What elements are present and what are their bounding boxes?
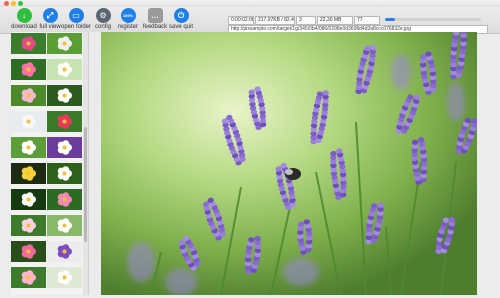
thumbnail-item[interactable] [47,267,82,288]
thumbnail-image [47,215,82,236]
thumbnail-item[interactable] [11,163,46,184]
download-icon: ↓ [16,8,32,23]
register-label: register [117,24,138,30]
thumbnail-item[interactable] [47,241,82,262]
thumbnail-item[interactable] [47,59,82,80]
save-quit-label: save quit [168,24,193,30]
thumbnail-image [47,111,82,132]
thumbnail-image [47,137,82,158]
thumbnail-image [11,267,46,288]
thumbnail-item[interactable] [11,241,46,262]
folder-icon: ▭ [68,8,84,23]
expand-icon: ⤢ [42,8,58,23]
window-titlebar [0,0,500,7]
thumbnail-item[interactable] [11,215,46,236]
queue-count: 3 [296,16,316,25]
thumbnail-image [47,189,82,210]
register-badge-icon: 100% [120,8,136,23]
thumbnail-item[interactable] [47,163,82,184]
thumbnail-item[interactable] [11,59,46,80]
thumbnail-image [11,241,46,262]
transfer-speed: 217.97KB / 82.40KB [255,16,295,25]
image-viewer[interactable] [101,32,477,295]
thumbnail-item[interactable] [11,111,46,132]
chat-bubble-icon: … [147,8,163,23]
save-quit-button[interactable]: ⏻ save quit [165,8,197,33]
thumbnail-image [47,241,82,262]
thumbnail-item[interactable] [47,85,82,106]
thumbnail-item[interactable] [11,33,46,54]
thumbnail-image [11,189,46,210]
status-bar: 0:00:02:08 217.97KB / 82.40KB 3 22.30 MB… [228,16,381,25]
power-icon: ⏻ [173,8,189,23]
download-label: download [11,24,37,30]
download-size: 22.30 MB [317,16,353,25]
pane-divider[interactable] [88,32,101,295]
thumbnail-list[interactable] [11,32,83,295]
feedback-label: feedback [142,24,168,30]
thumbnail-image [11,163,46,184]
thumbnail-image [11,137,46,158]
thumbnail-item[interactable] [47,111,82,132]
thumbnail-image [47,85,82,106]
thumbnail-image [11,59,46,80]
config-label: config [94,24,111,30]
thumbnail-item[interactable] [47,137,82,158]
thumbnail-item[interactable] [47,33,82,54]
minimize-window-button[interactable] [11,1,16,6]
thumbnail-image [11,111,46,132]
maximize-window-button[interactable] [18,1,23,6]
thumbnail-image [47,267,82,288]
item-count: 77 [354,16,380,25]
thumbnail-image [47,163,82,184]
lavender-photo [101,32,477,295]
toolbar: ↓ download ⤢ full view ▭ open folder ⚙ c… [0,7,500,34]
thumbnail-item[interactable] [11,189,46,210]
thumbnail-item[interactable] [47,189,82,210]
download-progress-fill [385,18,395,21]
thumbnail-item[interactable] [47,215,82,236]
thumbnail-item[interactable] [11,137,46,158]
thumbnail-image [11,85,46,106]
thumbnail-item[interactable] [11,267,46,288]
thumbnail-image [11,215,46,236]
gear-icon: ⚙ [95,8,111,23]
thumbnail-image [47,33,82,54]
thumbnail-image [11,33,46,54]
thumbnail-image [47,59,82,80]
elapsed-time: 0:00:02:08 [228,16,254,25]
scrollbar-thumb[interactable] [84,127,87,242]
close-window-button[interactable] [4,1,9,6]
thumbnail-item[interactable] [11,85,46,106]
download-progress-bar [385,18,481,21]
full-view-label: full view [39,24,61,30]
